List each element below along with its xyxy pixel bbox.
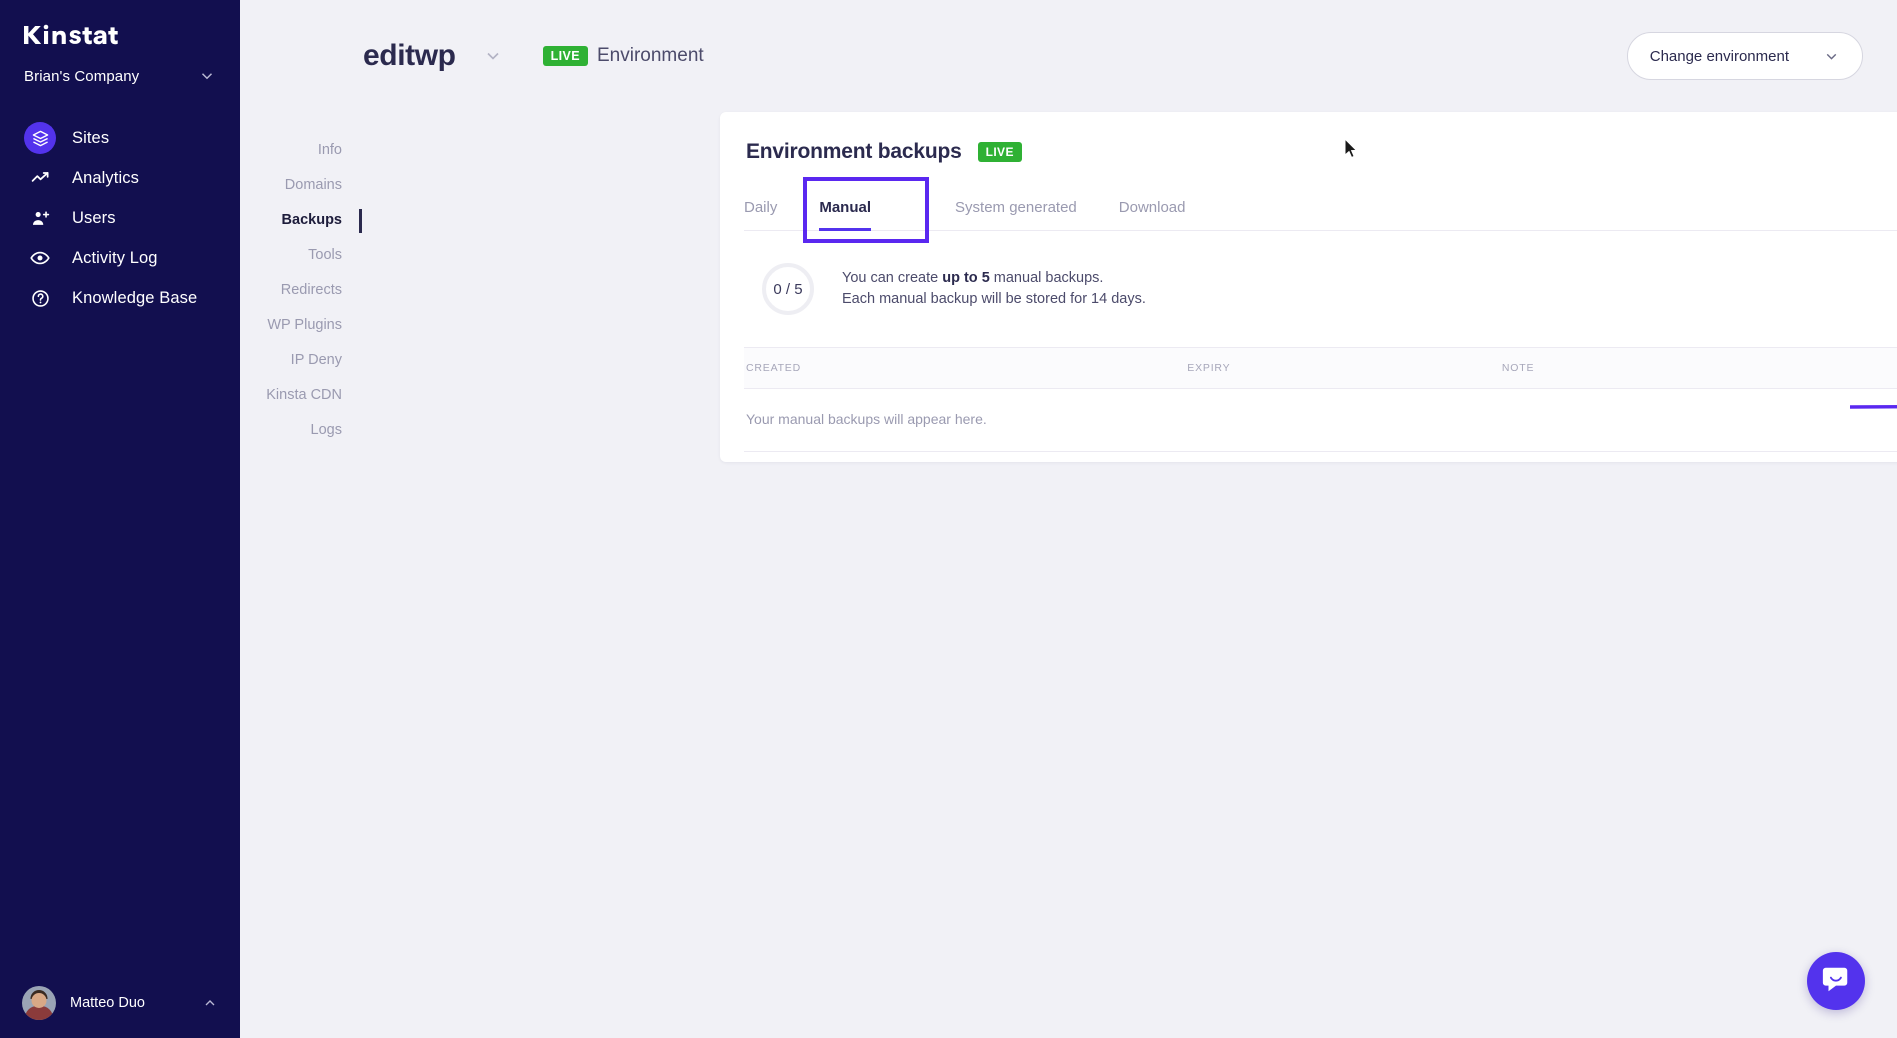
sidebar-item-label: Sites — [72, 129, 109, 148]
org-name: Brian's Company — [24, 68, 139, 85]
quota-line1-prefix: You can create — [842, 270, 942, 286]
chevron-down-icon — [1823, 48, 1840, 65]
table-empty-row: Your manual backups will appear here. — [744, 389, 1897, 452]
eye-icon — [24, 242, 56, 274]
chevron-down-icon — [198, 67, 216, 85]
status-badge: LIVE — [543, 46, 588, 66]
table-header: CREATED EXPIRY NOTE RESTORE DELETE — [744, 348, 1897, 389]
quota-meter: 0 / 5 — [762, 263, 814, 315]
subnav-item-backups[interactable]: Backups — [240, 203, 360, 238]
table-empty-message: Your manual backups will appear here. — [744, 389, 1897, 452]
chevron-up-icon — [202, 995, 218, 1011]
sidebar-item-sites[interactable]: Sites — [0, 118, 240, 158]
subnav-item-ip-deny[interactable]: IP Deny — [240, 343, 360, 378]
avatar — [22, 986, 56, 1020]
quota-line1-bold: up to 5 — [942, 270, 990, 286]
change-environment-button[interactable]: Change environment — [1627, 32, 1863, 80]
sidebar-item-label: Knowledge Base — [72, 289, 197, 308]
column-header-created: CREATED — [744, 348, 1187, 389]
user-plus-icon — [24, 202, 56, 234]
subnav-item-tools[interactable]: Tools — [240, 238, 360, 273]
environment-label: Environment — [597, 45, 704, 67]
subnav-item-logs[interactable]: Logs — [240, 413, 360, 448]
user-name: Matteo Duo — [70, 995, 188, 1011]
sidebar-item-analytics[interactable]: Analytics — [0, 158, 240, 198]
sidebar-item-label: Users — [72, 209, 116, 228]
subnav-item-wp-plugins[interactable]: WP Plugins — [240, 308, 360, 343]
sidebar-item-label: Analytics — [72, 169, 139, 188]
org-switcher[interactable]: Brian's Company — [0, 52, 240, 90]
sidebar-item-activity-log[interactable]: Activity Log — [0, 238, 240, 278]
column-header-restore: RESTORE — [1888, 348, 1897, 389]
main-content: editwp LIVE Environment Change environme… — [360, 0, 1897, 1038]
chat-widget-button[interactable] — [1807, 952, 1865, 1010]
trending-up-icon — [24, 162, 56, 194]
question-circle-icon — [24, 282, 56, 314]
tab-system-generated[interactable]: System generated — [955, 191, 1077, 230]
tab-manual[interactable]: Manual — [819, 191, 871, 230]
quota-row: 0 / 5 You can create up to 5 manual back… — [744, 263, 1897, 315]
column-header-note: NOTE — [1502, 348, 1888, 389]
card-title: Environment backups — [746, 140, 962, 164]
table-header-row: CREATED EXPIRY NOTE RESTORE DELETE — [744, 348, 1897, 389]
quota-line-1: You can create up to 5 manual backups. — [842, 268, 1146, 289]
subnav-item-domains[interactable]: Domains — [240, 168, 360, 203]
quota-description: You can create up to 5 manual backups. E… — [842, 268, 1146, 310]
chat-bubble-smile-icon — [1821, 964, 1851, 999]
primary-sidebar: Brian's Company Sites — [0, 0, 240, 1038]
page-title: editwp — [363, 39, 456, 73]
tab-manual-wrapper: Manual — [819, 191, 913, 230]
quota-line-2: Each manual backup will be stored for 14… — [842, 289, 1146, 310]
layers-icon — [24, 122, 56, 154]
subnav-item-redirects[interactable]: Redirects — [240, 273, 360, 308]
quota-line1-suffix: manual backups. — [990, 270, 1104, 286]
kinsta-logo[interactable] — [0, 0, 240, 52]
change-environment-label: Change environment — [1650, 48, 1789, 65]
table-body: Your manual backups will appear here. — [744, 389, 1897, 452]
subnav-item-info[interactable]: Info — [240, 133, 360, 168]
sidebar-item-label: Activity Log — [72, 249, 158, 268]
tab-download[interactable]: Download — [1119, 191, 1186, 230]
sidebar-item-users[interactable]: Users — [0, 198, 240, 238]
manual-backups-table: CREATED EXPIRY NOTE RESTORE DELETE Your … — [744, 347, 1897, 452]
chevron-down-icon[interactable] — [483, 46, 503, 66]
status-badge: LIVE — [978, 142, 1022, 162]
environment-backups-card: Environment backups LIVE Daily Manual Sy… — [720, 112, 1897, 462]
subnav-item-kinsta-cdn[interactable]: Kinsta CDN — [240, 378, 360, 413]
annotation-arrow — [1850, 395, 1897, 417]
app-root: Brian's Company Sites — [0, 0, 1897, 1038]
topbar: editwp LIVE Environment Change environme… — [360, 0, 1897, 112]
site-subnav: Info Domains Backups Tools Redirects WP … — [240, 0, 360, 1038]
sidebar-item-knowledge-base[interactable]: Knowledge Base — [0, 278, 240, 318]
user-profile-menu[interactable]: Matteo Duo — [0, 968, 240, 1038]
card-header: Environment backups LIVE — [744, 140, 1897, 164]
tab-daily[interactable]: Daily — [744, 191, 777, 230]
column-header-expiry: EXPIRY — [1187, 348, 1502, 389]
backup-tabs: Daily Manual System generated Download — [744, 191, 1897, 231]
sidebar-nav: Sites Analytics Users — [0, 118, 240, 318]
